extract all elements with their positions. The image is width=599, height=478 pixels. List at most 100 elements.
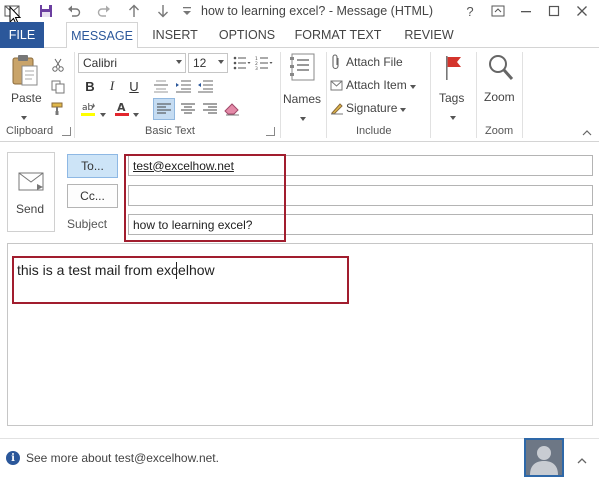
align-right-button[interactable] — [200, 99, 220, 119]
highlight-color-icon[interactable]: ab — [80, 99, 100, 119]
bullets-icon[interactable] — [232, 53, 252, 73]
attach-file-label: Attach File — [346, 55, 403, 69]
group-divider — [74, 52, 75, 138]
chevron-down-icon — [218, 60, 224, 64]
tab-message[interactable]: MESSAGE — [66, 22, 138, 49]
highlight-box-header — [124, 154, 286, 242]
svg-text:ab: ab — [82, 103, 94, 113]
font-name-dropdown[interactable]: Calibri — [78, 53, 186, 73]
font-color-dropdown-arrow[interactable] — [133, 106, 139, 120]
tab-insert[interactable]: INSERT — [148, 22, 202, 48]
ribbon-display-options-button[interactable] — [486, 1, 510, 21]
people-pane: i See more about test@excelhow.net. — [0, 438, 599, 478]
group-divider — [522, 52, 523, 138]
underline-button[interactable]: U — [124, 76, 144, 96]
paste-button[interactable]: Paste — [6, 52, 44, 120]
group-divider — [326, 52, 327, 138]
people-pane-info[interactable]: See more about test@excelhow.net. — [26, 451, 219, 465]
names-button[interactable]: Names — [283, 52, 323, 121]
include-group-label: Include — [356, 125, 392, 137]
names-dropdown-arrow — [300, 110, 306, 124]
clear-formatting-icon[interactable] — [222, 99, 242, 119]
send-icon — [17, 171, 47, 196]
cut-icon[interactable] — [48, 55, 68, 75]
chevron-down-icon — [409, 78, 416, 92]
basic-text-dialog-launcher-icon[interactable] — [266, 127, 275, 136]
font-name-value: Calibri — [83, 56, 118, 70]
bold-button[interactable]: B — [80, 76, 100, 96]
clipboard-dialog-launcher-icon[interactable] — [62, 127, 71, 136]
font-size-value: 12 — [193, 56, 207, 70]
numbering-icon[interactable]: 123 — [254, 53, 274, 73]
font-size-dropdown[interactable]: 12 — [188, 53, 228, 73]
previous-item-icon[interactable] — [125, 2, 143, 20]
paperclip-icon — [330, 54, 346, 70]
signature-button[interactable]: Signature — [330, 99, 407, 117]
magnifier-icon — [487, 53, 515, 86]
subject-label: Subject — [67, 217, 108, 231]
zoom-button-label: Zoom — [484, 90, 515, 104]
paste-label: Paste — [11, 91, 42, 105]
collapse-ribbon-icon[interactable] — [582, 126, 592, 136]
tags-label: Tags — [439, 91, 465, 105]
send-label: Send — [16, 202, 45, 216]
maximize-button[interactable] — [542, 1, 566, 21]
highlight-box-body — [12, 256, 349, 304]
group-divider — [280, 52, 281, 138]
next-item-icon[interactable] — [154, 2, 172, 20]
signature-icon — [330, 101, 346, 115]
group-divider — [430, 52, 431, 138]
clipboard-group-label: Clipboard — [6, 125, 54, 137]
chevron-down-icon — [176, 60, 182, 64]
info-icon: i — [6, 451, 20, 465]
align-center-button[interactable] — [178, 99, 198, 119]
tags-button[interactable]: Tags — [434, 52, 472, 120]
chevron-down-icon — [400, 101, 407, 115]
font-color-icon[interactable]: A — [112, 99, 132, 119]
format-painter-icon[interactable] — [48, 99, 68, 119]
avatar[interactable] — [524, 438, 564, 477]
paste-icon — [10, 54, 40, 91]
decrease-font-size-icon[interactable] — [152, 76, 172, 96]
customize-qat-icon[interactable] — [178, 2, 196, 20]
undo-icon[interactable] — [65, 2, 83, 20]
address-book-icon — [289, 52, 317, 85]
basic-text-group-label: Basic Text — [145, 125, 195, 137]
save-icon[interactable] — [37, 2, 55, 20]
svg-text:A: A — [117, 101, 126, 114]
signature-label: Signature — [346, 101, 398, 115]
tags-dropdown-arrow — [450, 109, 456, 123]
tab-options[interactable]: OPTIONS — [214, 22, 280, 48]
highlight-dropdown-arrow[interactable] — [100, 106, 106, 120]
to-button[interactable]: To... — [67, 154, 118, 178]
help-button[interactable]: ? — [458, 1, 482, 21]
attach-item-button[interactable]: Attach Item — [330, 76, 416, 94]
names-label: Names — [283, 92, 322, 106]
italic-button[interactable]: I — [102, 76, 122, 96]
decrease-indent-icon[interactable] — [196, 76, 216, 96]
tab-format-text[interactable]: FORMAT TEXT — [292, 22, 384, 48]
ribbon-tabs: FILE MESSAGE INSERT OPTIONS FORMAT TEXT … — [0, 22, 599, 49]
flag-icon — [444, 54, 464, 85]
close-button[interactable] — [570, 1, 594, 21]
zoom-group-label: Zoom — [485, 125, 514, 137]
chevron-up-icon[interactable] — [577, 455, 587, 465]
svg-text:3: 3 — [255, 66, 258, 70]
increase-indent-icon[interactable] — [174, 76, 194, 96]
copy-icon[interactable] — [48, 77, 68, 97]
tab-file[interactable]: FILE — [0, 22, 44, 48]
window-title: how to learning excel? - Message (HTML) — [201, 4, 434, 18]
tab-review[interactable]: REVIEW — [398, 22, 460, 48]
attach-item-label: Attach Item — [346, 78, 407, 92]
cc-button[interactable]: Cc... — [67, 184, 118, 208]
redo-icon[interactable] — [95, 2, 113, 20]
title-bar: how to learning excel? - Message (HTML) … — [0, 0, 599, 22]
attach-item-icon — [330, 78, 346, 92]
align-left-button[interactable] — [153, 98, 175, 120]
minimize-button[interactable] — [514, 1, 538, 21]
attach-file-button[interactable]: Attach File — [330, 53, 403, 71]
send-button[interactable]: Send — [7, 152, 55, 232]
group-divider — [476, 52, 477, 138]
zoom-button[interactable]: Zoom — [480, 52, 520, 118]
paste-dropdown-arrow — [21, 109, 27, 123]
